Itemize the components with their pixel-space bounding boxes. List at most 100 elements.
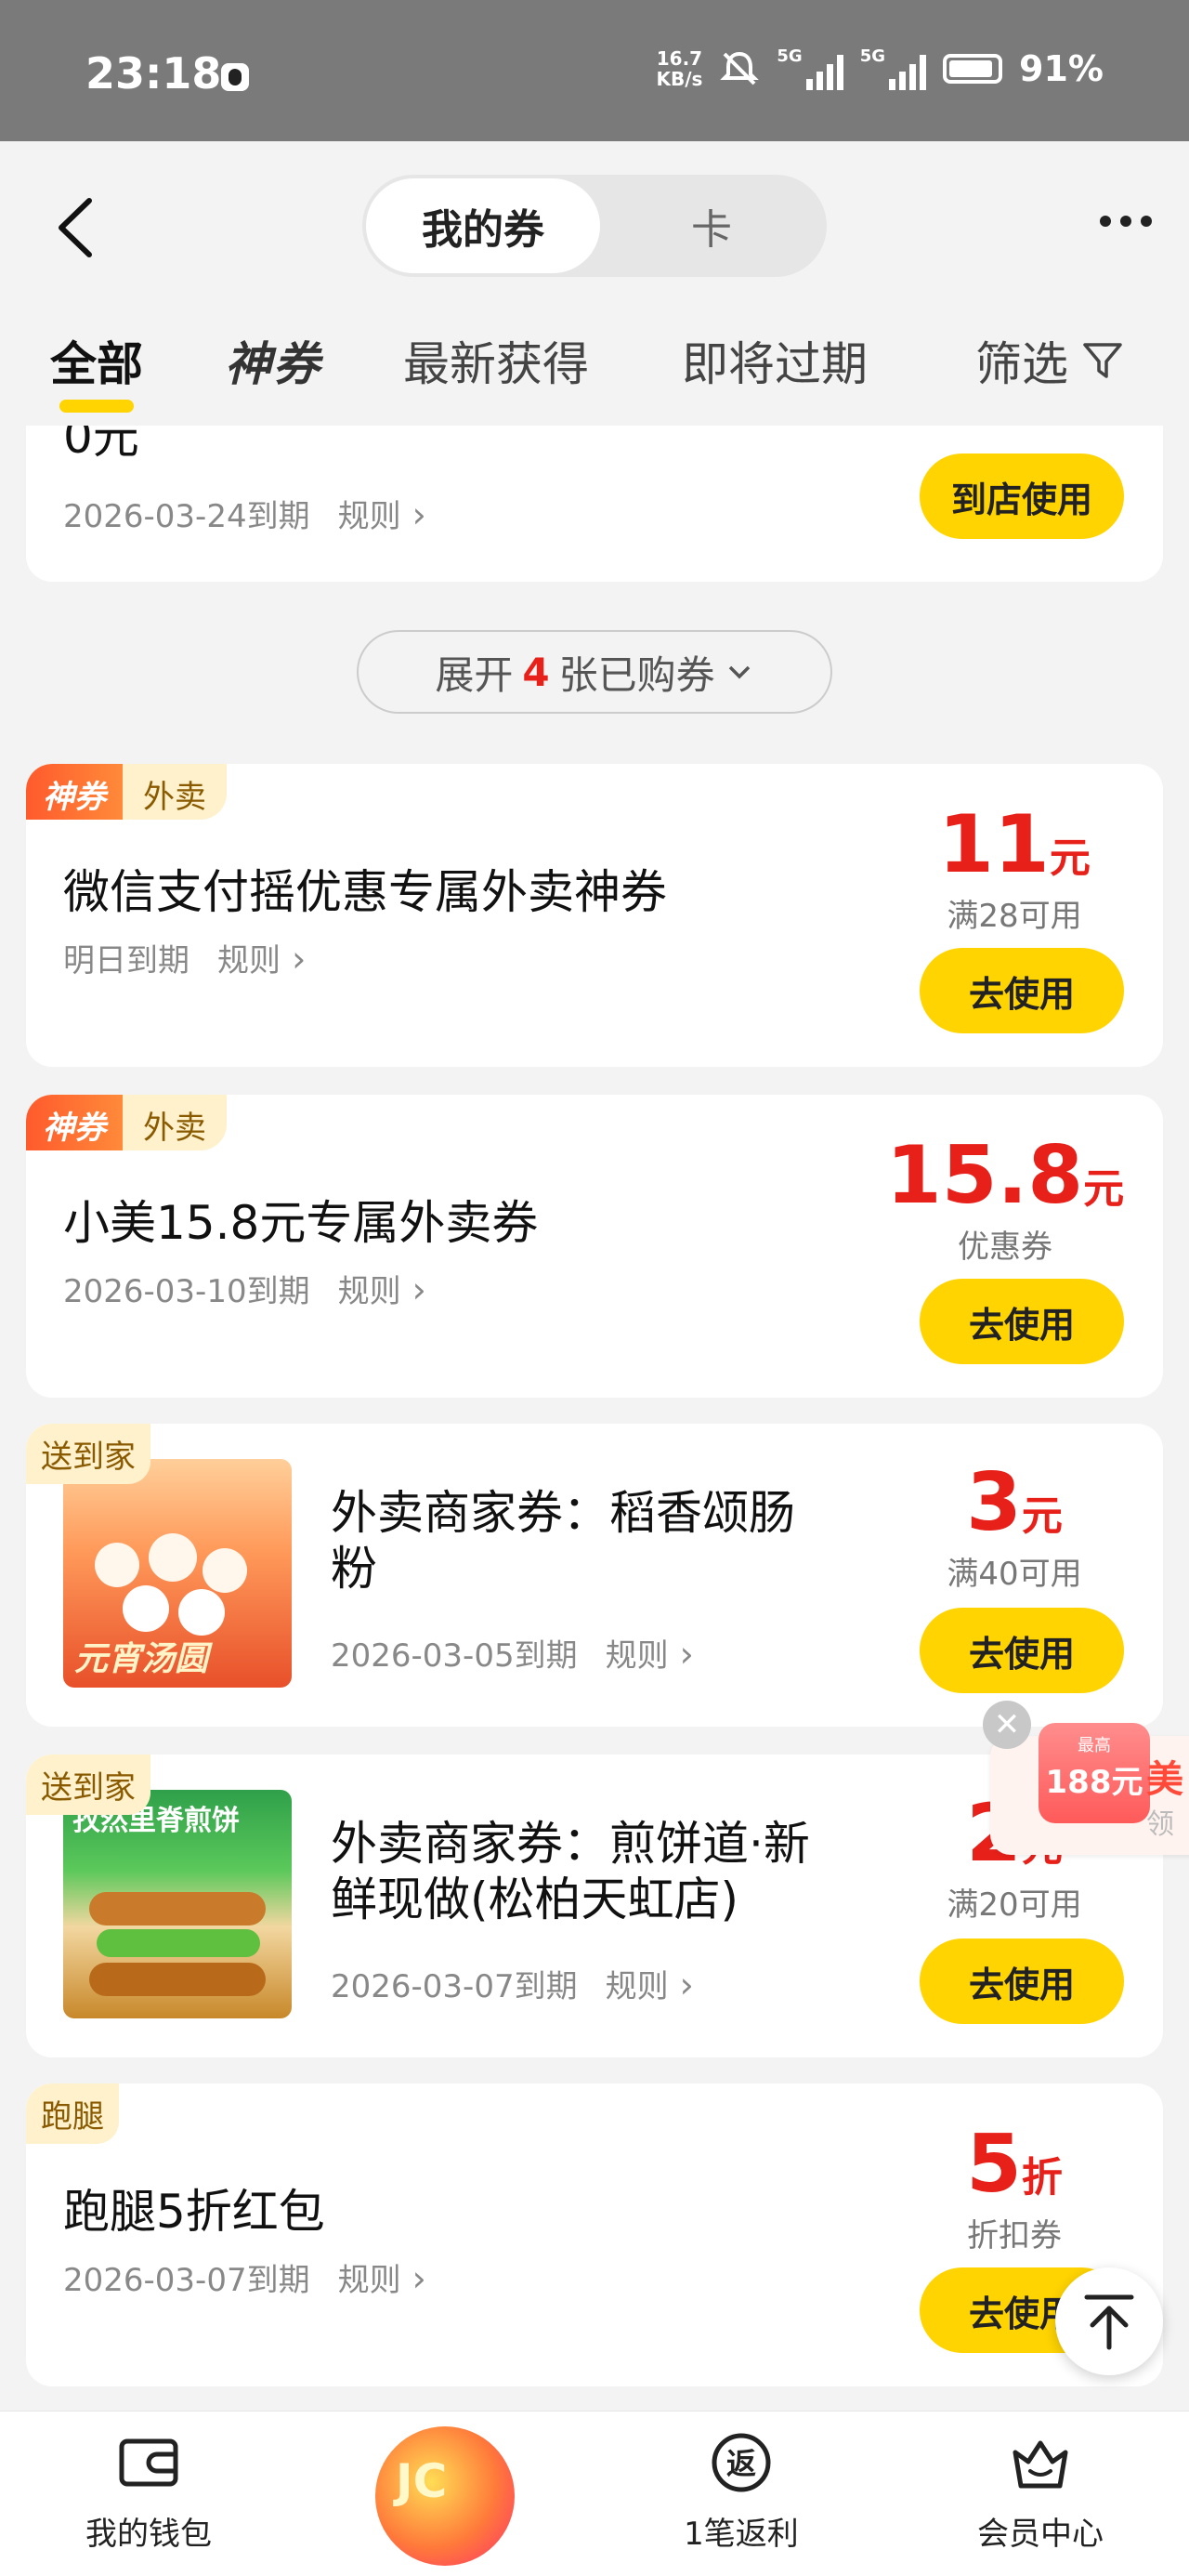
network-type-2: 5G xyxy=(859,46,886,66)
tab-newest[interactable]: 最新获得 xyxy=(403,327,589,394)
thumbnail-caption: 元宵汤圆 xyxy=(74,1640,209,1678)
amount-condition: 满28可用 xyxy=(947,898,1082,935)
speed-unit: KB/s xyxy=(656,67,703,90)
amount-value: 5 xyxy=(966,2118,1022,2211)
coupon-rules-link[interactable]: 规则 xyxy=(606,1630,694,1676)
tab-all[interactable]: 全部 xyxy=(50,327,143,413)
coupon-title-line-2: 鲜现做(松柏天虹店) xyxy=(331,1873,739,1926)
coupon-title: 跑腿5折红包 xyxy=(63,2185,325,2239)
amount-unit: 折 xyxy=(1021,2154,1063,2201)
speed-value: 16.7 xyxy=(656,46,703,70)
super-coupon-tag: 神券 xyxy=(26,1095,123,1150)
coupon-title-line-2: 粉 xyxy=(331,1542,377,1596)
expand-prefix: 展开 xyxy=(435,651,514,698)
category-tag: 送到家 xyxy=(26,1424,150,1484)
use-coupon-button[interactable]: 去使用 xyxy=(920,1939,1124,2024)
amount-condition: 满20可用 xyxy=(947,1886,1082,1924)
coupon-card[interactable]: 跑腿 跑腿5折红包 2026-03-07到期 规则 5折 折扣券 去使用 xyxy=(26,2083,1163,2386)
coupon-rules-link[interactable]: 规则 xyxy=(338,1266,426,1311)
coupon-meta: 2026-03-05到期 规则 xyxy=(331,1630,694,1676)
amount-unit: 元 xyxy=(1083,1165,1125,1213)
nav-my-wallet[interactable]: 我的钱包 xyxy=(46,2430,251,2554)
coupon-expiry: 2026-03-24到期 xyxy=(63,498,310,535)
close-icon[interactable]: ✕ xyxy=(983,1701,1031,1749)
category-tag: 送到家 xyxy=(26,1755,150,1815)
more-options-icon[interactable] xyxy=(1100,216,1152,227)
coupon-amount: 5折 折扣券 xyxy=(903,2123,1126,2255)
coupon-title: 外卖商家券：煎饼道·新 鲜现做(松柏天虹店) xyxy=(331,1816,810,1927)
mute-icon xyxy=(720,51,760,85)
coupon-title: 外卖商家券：稻香颂肠 粉 xyxy=(331,1485,795,1597)
coupon-expiry: 明日到期 xyxy=(63,942,189,979)
promo-side-subtext: 领 xyxy=(1146,1808,1174,1841)
back-arrow-icon[interactable] xyxy=(52,195,98,260)
status-time: 23:18 xyxy=(85,48,222,99)
expand-purchased-button[interactable]: 展开 4 张已购券 xyxy=(357,630,832,714)
segment-control: 我的券 卡 xyxy=(362,175,827,277)
network-speed: 16.7 KB/s xyxy=(656,48,702,89)
filter-label: 筛选 xyxy=(975,337,1068,391)
use-coupon-button[interactable]: 去使用 xyxy=(920,1608,1124,1693)
coupon-card[interactable]: 神券 外卖 微信支付摇优惠专属外卖神券 明日到期 规则 11元 满28可用 去使… xyxy=(26,764,1163,1067)
coupon-card[interactable]: 元宵汤圆 送到家 外卖商家券：稻香颂肠 粉 2026-03-05到期 规则 3元… xyxy=(26,1424,1163,1727)
coupon-meta: 2026-03-24到期 规则 xyxy=(63,491,426,536)
segment-my-coupons[interactable]: 我的券 xyxy=(366,178,600,273)
amount-value: 3 xyxy=(966,1456,1022,1549)
coupon-rules-link[interactable]: 规则 xyxy=(606,1961,694,2006)
amount-condition: 满40可用 xyxy=(947,1556,1082,1593)
page-header: 我的券 卡 全部 神券 最新获得 即将过期 筛选 xyxy=(0,141,1189,426)
use-in-store-button[interactable]: 到店使用 xyxy=(920,453,1124,539)
coupon-card-partial: 0元 2026-03-24到期 规则 到店使用 xyxy=(26,426,1163,582)
coupon-meta: 2026-03-10到期 规则 xyxy=(63,1266,426,1311)
battery-percent: 91% xyxy=(1019,47,1104,89)
amount-condition: 折扣券 xyxy=(967,2217,1062,2254)
signal-1-icon xyxy=(805,53,843,90)
filter-tabs: 全部 神券 最新获得 即将过期 筛选 xyxy=(0,318,1189,413)
bottom-navigation: 我的钱包 JC 返 1笔返利 会员中心 xyxy=(0,2411,1189,2576)
coupon-amount: 3元 满40可用 xyxy=(903,1461,1126,1594)
rebate-icon: 返 xyxy=(712,2433,771,2492)
filter-funnel-icon xyxy=(1083,343,1122,378)
tab-super-coupons[interactable]: 神券 xyxy=(225,327,321,394)
arrow-up-icon xyxy=(1084,2294,1134,2350)
coupon-expiry: 2026-03-07到期 xyxy=(331,1968,578,2005)
coupon-tags: 神券 外卖 xyxy=(26,764,227,820)
segment-cards[interactable]: 卡 xyxy=(600,178,823,273)
nav-member-center[interactable]: 会员中心 xyxy=(938,2430,1143,2554)
chevron-down-icon xyxy=(728,665,750,679)
coupon-rules-link[interactable]: 规则 xyxy=(338,491,426,536)
nav-rebate[interactable]: 返 1笔返利 xyxy=(639,2430,843,2554)
expand-suffix: 张已购券 xyxy=(558,651,715,698)
category-tag: 外卖 xyxy=(123,764,227,820)
use-coupon-button[interactable]: 去使用 xyxy=(920,948,1124,1033)
promo-badge-top: 最高 xyxy=(1078,1736,1111,1755)
use-coupon-button[interactable]: 去使用 xyxy=(920,1279,1124,1364)
product-thumbnail: 元宵汤圆 xyxy=(63,1459,292,1688)
coupon-title-line-1: 外卖商家券：稻香颂肠 xyxy=(331,1486,795,1540)
svg-text:返: 返 xyxy=(726,2446,756,2481)
tab-expiring[interactable]: 即将过期 xyxy=(682,327,868,394)
nav-label: 会员中心 xyxy=(977,2516,1104,2553)
coupon-expiry: 2026-03-10到期 xyxy=(63,1273,310,1310)
coupon-title: 小美15.8元专属外卖券 xyxy=(63,1196,539,1250)
coupon-card[interactable]: 神券 外卖 小美15.8元专属外卖券 2026-03-10到期 规则 15.8元… xyxy=(26,1095,1163,1398)
amount-value: 15.8 xyxy=(885,1129,1084,1222)
status-right: 16.7 KB/s 5G 5G 91% xyxy=(656,46,1104,90)
super-coupon-tag: 神券 xyxy=(26,764,123,820)
floating-promo-widget[interactable]: 最高 188元 美 领 ✕ xyxy=(983,1701,1189,1864)
back-to-top-button[interactable] xyxy=(1055,2267,1163,2375)
category-tag: 跑腿 xyxy=(26,2083,119,2144)
promo-badge[interactable]: 最高 188元 xyxy=(1039,1723,1150,1823)
wallet-icon xyxy=(119,2438,178,2487)
center-promo-ball[interactable]: JC xyxy=(375,2426,515,2566)
category-tag: 外卖 xyxy=(123,1095,227,1150)
coupon-rules-link[interactable]: 规则 xyxy=(338,2254,426,2300)
amount-unit: 元 xyxy=(1021,1492,1063,1540)
coupon-expiry: 2026-03-05到期 xyxy=(331,1637,578,1675)
crown-basket-icon xyxy=(1013,2440,1068,2489)
coupon-rules-link[interactable]: 规则 xyxy=(217,935,306,980)
coupon-title-line-1: 外卖商家券：煎饼道·新 xyxy=(331,1817,810,1871)
tab-filter[interactable]: 筛选 xyxy=(975,327,1124,394)
coupon-amount: 11元 满28可用 xyxy=(903,803,1126,936)
coupon-tags: 神券 外卖 xyxy=(26,1095,227,1150)
